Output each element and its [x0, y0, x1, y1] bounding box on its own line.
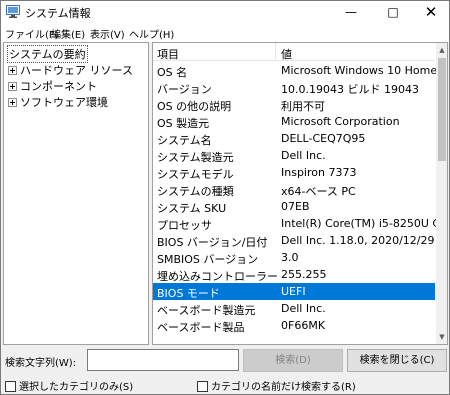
- tree-item-label: ハードウェア リソース: [20, 64, 133, 77]
- tree-item-label: ソフトウェア環境: [20, 96, 108, 109]
- minimize-button[interactable]: —: [333, 1, 369, 23]
- expand-icon[interactable]: [8, 98, 17, 107]
- table-row[interactable]: システム SKU 07EB: [153, 198, 435, 215]
- selected-category-only-checkbox[interactable]: 選択したカテゴリのみ(S): [5, 378, 133, 393]
- search-button[interactable]: 検索(D): [243, 349, 343, 372]
- category-tree[interactable]: システムの要約 ハードウェア リソース コンポーネント ソフトウェア環境: [3, 42, 149, 345]
- system-info-app-icon: [6, 5, 20, 18]
- row-item-value: Inspiron 7373: [281, 166, 357, 179]
- row-item-name: BIOS モード: [157, 287, 220, 300]
- row-item-name: システムの種類: [157, 185, 234, 198]
- table-row[interactable]: システム製造元 Dell Inc.: [153, 147, 435, 164]
- row-item-name: システムモデル: [157, 168, 234, 181]
- table-row[interactable]: システムの種類 x64-ベース PC: [153, 181, 435, 198]
- vertical-scrollbar[interactable]: ▲ ▼: [436, 43, 447, 344]
- row-item-value: Microsoft Corporation: [281, 115, 400, 128]
- expand-icon[interactable]: [8, 82, 17, 91]
- checkbox-label: 選択したカテゴリのみ(S): [19, 382, 134, 393]
- table-row[interactable]: プロセッサ Intel(R) Core(TM) i5-8250U CPU @: [153, 215, 447, 232]
- row-item-name: システム名: [157, 134, 212, 147]
- table-row[interactable]: OS 名 Microsoft Windows 10 Home: [153, 62, 438, 79]
- search-category-names-checkbox[interactable]: カテゴリの名前だけ検索する(R): [197, 378, 356, 393]
- row-item-name: SMBIOS バージョン: [157, 253, 259, 266]
- row-item-name: バージョン: [157, 83, 212, 96]
- row-item-value: 10.0.19043 ビルド 19043: [281, 83, 419, 96]
- table-row[interactable]: システム名 DELL-CEQ7Q95: [153, 130, 435, 147]
- scroll-down-arrow-icon[interactable]: ▼: [436, 330, 447, 344]
- title-bar[interactable]: システム情報 — □ ✕: [1, 1, 449, 23]
- menu-view[interactable]: 表示(V): [90, 26, 125, 41]
- maximize-button[interactable]: □: [375, 1, 411, 23]
- row-item-value: Microsoft Windows 10 Home: [281, 64, 438, 77]
- scroll-thumb[interactable]: [438, 58, 446, 161]
- row-item-value: 07EB: [281, 200, 310, 213]
- search-input[interactable]: [87, 349, 239, 371]
- list-header: 項目 値: [153, 43, 435, 61]
- details-list[interactable]: 項目 値 OS 名 Microsoft Windows 10 Home バージョン 1…: [152, 42, 448, 345]
- table-row[interactable]: バージョン 10.0.19043 ビルド 19043: [153, 79, 435, 96]
- row-item-value: 255.255: [281, 268, 327, 281]
- tree-item-system-summary[interactable]: システムの要約: [7, 45, 88, 63]
- tree-item-hardware-resources[interactable]: ハードウェア リソース: [8, 62, 133, 78]
- scroll-up-arrow-icon[interactable]: ▲: [436, 43, 447, 57]
- row-item-name: OS 製造元: [157, 117, 210, 130]
- tree-item-label: コンポーネント: [20, 80, 97, 93]
- row-item-value: x64-ベース PC: [281, 185, 356, 198]
- table-row[interactable]: システムモデル Inspiron 7373: [153, 164, 435, 181]
- table-row[interactable]: ベースボード製品 0F66MK: [153, 317, 435, 334]
- search-label: 検索文字列(W):: [5, 358, 77, 369]
- close-search-button[interactable]: 検索を閉じる(C): [347, 349, 447, 372]
- row-item-name: ベースボード製造元: [157, 304, 256, 317]
- row-item-name: プロセッサ: [157, 219, 212, 232]
- row-item-name: 埋め込みコントローラーのバ...: [157, 270, 279, 283]
- checkbox-box[interactable]: [5, 381, 16, 392]
- row-item-value: Dell Inc. 1.18.0, 2020/12/29: [281, 234, 435, 247]
- row-item-value: Dell Inc.: [281, 302, 326, 315]
- row-item-value: DELL-CEQ7Q95: [281, 132, 366, 145]
- column-header-item[interactable]: 項目: [157, 46, 179, 62]
- column-separator[interactable]: [275, 43, 276, 61]
- table-row[interactable]: SMBIOS バージョン 3.0: [153, 249, 435, 266]
- list-rows: OS 名 Microsoft Windows 10 Home バージョン 10.0.1…: [153, 62, 447, 334]
- checkbox-box[interactable]: [197, 381, 208, 392]
- table-row[interactable]: 埋め込みコントローラーのバ...255.255: [153, 266, 435, 283]
- row-item-name: BIOS バージョン/日付: [157, 236, 268, 249]
- table-row[interactable]: ベースボード製造元 Dell Inc.: [153, 300, 435, 317]
- row-item-name: システム SKU: [157, 202, 227, 215]
- tree-item-components[interactable]: コンポーネント: [8, 78, 97, 94]
- row-item-name: OS 名: [157, 66, 188, 79]
- table-row[interactable]: OS 製造元 Microsoft Corporation: [153, 113, 435, 130]
- menu-help[interactable]: ヘルプ(H): [129, 26, 174, 41]
- table-row[interactable]: OS の他の説明 利用不可: [153, 96, 435, 113]
- tree-item-software-environment[interactable]: ソフトウェア環境: [8, 94, 108, 110]
- system-information-window: システム情報 — □ ✕ ファイル(F) 編集(E) 表示(V) ヘルプ(H) …: [0, 0, 450, 395]
- row-item-value: Dell Inc.: [281, 149, 326, 162]
- row-item-value: 3.0: [281, 251, 299, 264]
- column-header-value[interactable]: 値: [281, 46, 292, 62]
- table-row[interactable]: BIOS バージョン/日付 Dell Inc. 1.18.0, 2020/12/2…: [153, 232, 435, 249]
- window-title: システム情報: [25, 7, 91, 20]
- row-item-name: ベースボード製品: [157, 321, 245, 334]
- menu-edit[interactable]: 編集(E): [51, 26, 85, 41]
- row-item-name: システム製造元: [157, 151, 234, 164]
- checkbox-label: カテゴリの名前だけ検索する(R): [211, 382, 356, 393]
- row-item-value: UEFI: [281, 285, 306, 298]
- expand-icon[interactable]: [8, 66, 17, 75]
- table-row[interactable]: BIOS モード UEFI: [153, 283, 435, 300]
- row-item-value: Intel(R) Core(TM) i5-8250U CPU @: [281, 217, 447, 230]
- close-button[interactable]: ✕: [413, 1, 449, 23]
- row-item-value: 0F66MK: [281, 319, 326, 332]
- menu-bar: ファイル(F) 編集(E) 表示(V) ヘルプ(H): [1, 23, 449, 42]
- row-item-value: 利用不可: [281, 100, 325, 113]
- row-item-name: OS の他の説明: [157, 100, 232, 113]
